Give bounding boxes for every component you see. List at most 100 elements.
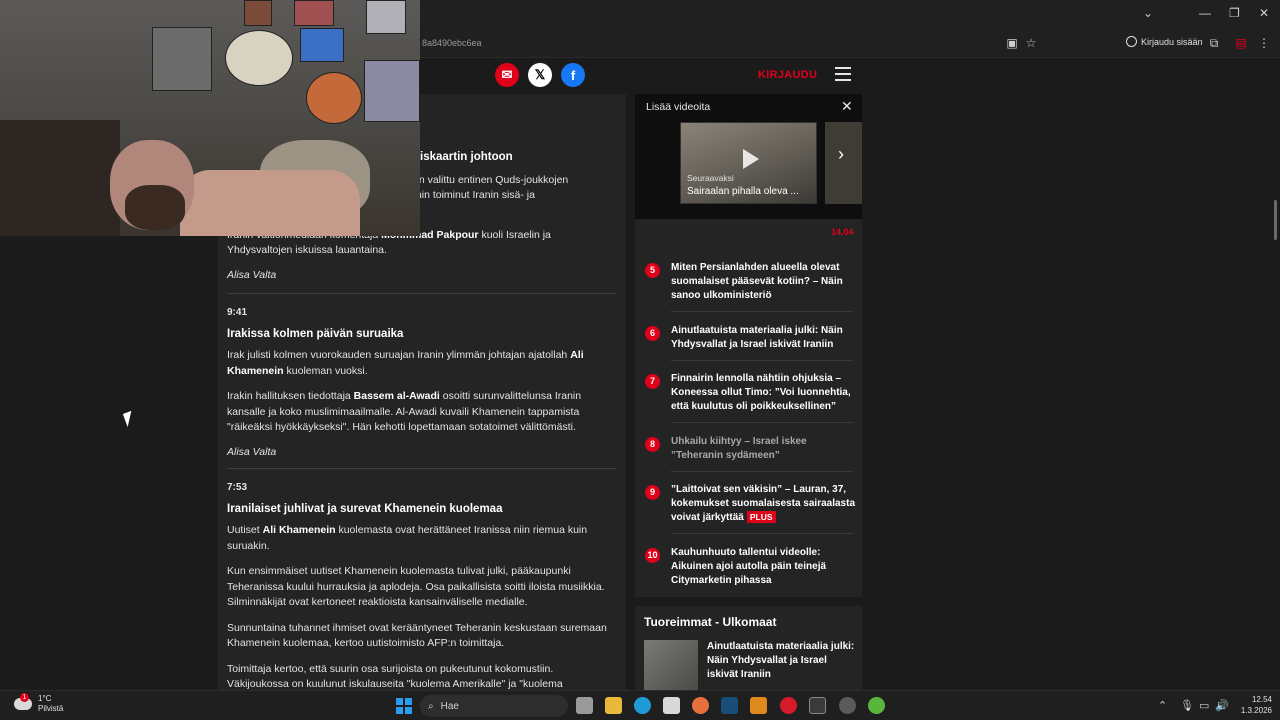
taskbar-clock[interactable]: 12.54 1.3.2026: [1234, 694, 1272, 716]
extension-red-icon[interactable]: ▤: [1234, 36, 1248, 50]
clock-date: 1.3.2026: [1240, 706, 1272, 715]
list-item-title: Kauhunhuuto tallentui videolle: Aikuinen…: [671, 547, 827, 586]
list-item-title: Ainutlaatuista materiaalia julki: Näin Y…: [671, 325, 843, 350]
list-item[interactable]: 7 Finnairin lennolla nähtiin ohjuksia – …: [645, 372, 853, 416]
temperature: 1°C: [38, 694, 52, 703]
extensions-icon[interactable]: ⧉: [1207, 36, 1221, 50]
chevron-right-icon[interactable]: ›: [838, 144, 844, 165]
entry-paragraph: Sunnuntaina tuhannet ihmiset ovat kerään…: [227, 621, 607, 650]
search-icon: ⌕: [428, 700, 434, 712]
browser-login-button[interactable]: Kirjaudu sisään: [1126, 36, 1203, 47]
text-run: Irak julisti kolmen vuorokauden suruajan…: [227, 349, 571, 361]
share-facebook-icon[interactable]: f: [561, 63, 585, 87]
list-item[interactable]: 8 Uhkailu kiihtyy – Israel iskee ”Tehera…: [645, 435, 853, 465]
person-beard: [125, 185, 185, 230]
firefox-icon[interactable]: [692, 697, 709, 714]
wall-poster: [294, 0, 334, 26]
weather-text: 1°C Pilvistä: [38, 694, 63, 714]
list-item-title: ”Laittoivat sen väkisin” – Lauran, 37, k…: [671, 483, 855, 525]
list-divider: [671, 360, 853, 361]
clock-time: 12.54: [1251, 695, 1272, 704]
latest-foreign-news: Tuoreimmat - Ulkomaat Ainutlaatuista mat…: [635, 606, 862, 690]
more-videos-panel: Lisää videoita ✕ Seuraavaksi Sairaalan p…: [635, 94, 862, 219]
list-item-title: Miten Persianlahden alueella olevat suom…: [671, 262, 843, 301]
entry-paragraph: Kun ensimmäiset uutiset Khamenein kuolem…: [227, 565, 605, 608]
entry-divider: [227, 293, 617, 294]
weather-condition: Pilvistä: [38, 704, 64, 713]
network-icon[interactable]: ▭: [1199, 699, 1209, 712]
vlc-icon[interactable]: [750, 697, 767, 714]
text-run: Irakin hallituksen tiedottaja: [227, 390, 354, 402]
play-icon: [743, 149, 759, 169]
restore-icon[interactable]: ❐: [1229, 6, 1240, 20]
entry-author: Alisa Valta: [227, 445, 277, 458]
start-button[interactable]: [396, 698, 412, 714]
wall-poster: [366, 0, 406, 34]
latest-thumbnail[interactable]: [644, 640, 698, 690]
list-item[interactable]: 9 ”Laittoivat sen väkisin” – Lauran, 37,…: [645, 483, 855, 527]
webcam-overlay: [0, 0, 420, 236]
latest-item-title[interactable]: Ainutlaatuista materiaalia julki: Näin Y…: [707, 640, 855, 682]
share-x-icon[interactable]: 𝕏: [528, 63, 552, 87]
more-menu-icon[interactable]: ⋮: [1257, 36, 1271, 50]
opera-icon[interactable]: [780, 697, 797, 714]
microphone-icon[interactable]: 🎙: [1180, 699, 1194, 712]
edge-icon[interactable]: [634, 697, 651, 714]
minimize-icon[interactable]: —: [1199, 6, 1211, 20]
site-login-link[interactable]: KIRJAUDU: [758, 69, 817, 81]
entry-paragraph: Irakin hallituksen tiedottaja Bassem al-…: [227, 389, 617, 436]
profile-icon: [1126, 36, 1137, 47]
list-item[interactable]: 5 Miten Persianlahden alueella olevat su…: [645, 261, 853, 305]
tab-list-chevron-icon[interactable]: ⌄: [1143, 6, 1153, 20]
entry-irak: 9:41 Irakissa kolmen päivän suruaika Ira…: [227, 305, 617, 460]
wall-flag: [300, 28, 344, 62]
reader-mode-icon[interactable]: ▣: [1005, 36, 1019, 50]
app-green-icon[interactable]: [868, 697, 885, 714]
task-view-icon[interactable]: [576, 697, 593, 714]
person-name: Ali Khamenein: [262, 524, 336, 536]
screen: ⌄ — ❐ ✕ 8a8490ebc6ea ▣ ☆ Kirjaudu sisään…: [0, 0, 1280, 720]
rank-badge: 10: [645, 548, 660, 563]
video-caption: Sairaalan pihalla oleva ...: [687, 186, 799, 197]
list-item[interactable]: 6 Ainutlaatuista materiaalia julki: Näin…: [645, 324, 853, 354]
video-thumbnail[interactable]: Seuraavaksi Sairaalan pihalla oleva ...: [680, 122, 817, 204]
list-divider: [671, 533, 853, 534]
file-explorer-icon[interactable]: [605, 697, 622, 714]
app-icon[interactable]: [839, 697, 856, 714]
share-email-icon[interactable]: ✉: [495, 63, 519, 87]
entry-headline: Irakissa kolmen päivän suruaika: [227, 327, 404, 340]
entry-headline: Iranilaiset juhlivat ja surevat Khamenei…: [227, 502, 503, 515]
up-next-label: Seuraavaksi: [687, 173, 734, 183]
text-run: Uutiset: [227, 524, 263, 536]
entry-paragraph: Toimittaja kertoo, että suurin osa surij…: [227, 662, 563, 691]
store-icon[interactable]: [663, 697, 680, 714]
hamburger-menu-icon[interactable]: [835, 67, 851, 81]
terminal-icon[interactable]: [809, 697, 826, 714]
more-videos-title: Lisää videoita: [646, 101, 711, 113]
page-scrollbar[interactable]: [1274, 200, 1277, 240]
most-read-label: 14.04: [831, 227, 854, 237]
weather-widget[interactable]: 1 1°C Pilvistä: [14, 693, 63, 714]
close-icon[interactable]: ✕: [841, 98, 853, 115]
rank-badge: 6: [645, 326, 660, 341]
person-name: Bassem al-Awadi: [353, 390, 440, 402]
tray-overflow-icon[interactable]: ⌃: [1158, 699, 1167, 712]
entry-paragraph: Uutiset Ali Khamenein kuolemasta ovat he…: [227, 523, 617, 554]
browser-login-label: Kirjaudu sisään: [1141, 36, 1203, 47]
wall-poster: [152, 27, 212, 91]
favorite-star-icon[interactable]: ☆: [1024, 36, 1038, 50]
wall-sticker: [225, 30, 293, 86]
rank-badge: 8: [645, 437, 660, 452]
rank-badge: 5: [645, 263, 660, 278]
mouse-cursor-icon: [122, 410, 137, 428]
latest-title: Tuoreimmat - Ulkomaat: [644, 615, 777, 629]
entry-iran: 7:53 Iranilaiset juhlivat ja surevat Kha…: [227, 480, 617, 690]
url-text[interactable]: 8a8490ebc6ea: [422, 38, 482, 48]
list-item-title: Finnairin lennolla nähtiin ohjuksia – Ko…: [671, 373, 851, 412]
taskbar-search[interactable]: ⌕ Hae: [420, 695, 568, 717]
list-divider: [671, 311, 853, 312]
volume-icon[interactable]: 🔊: [1215, 699, 1229, 712]
steam-icon[interactable]: [721, 697, 738, 714]
close-window-icon[interactable]: ✕: [1259, 6, 1269, 20]
list-item[interactable]: 10 Kauhunhuuto tallentui videolle: Aikui…: [645, 546, 853, 590]
